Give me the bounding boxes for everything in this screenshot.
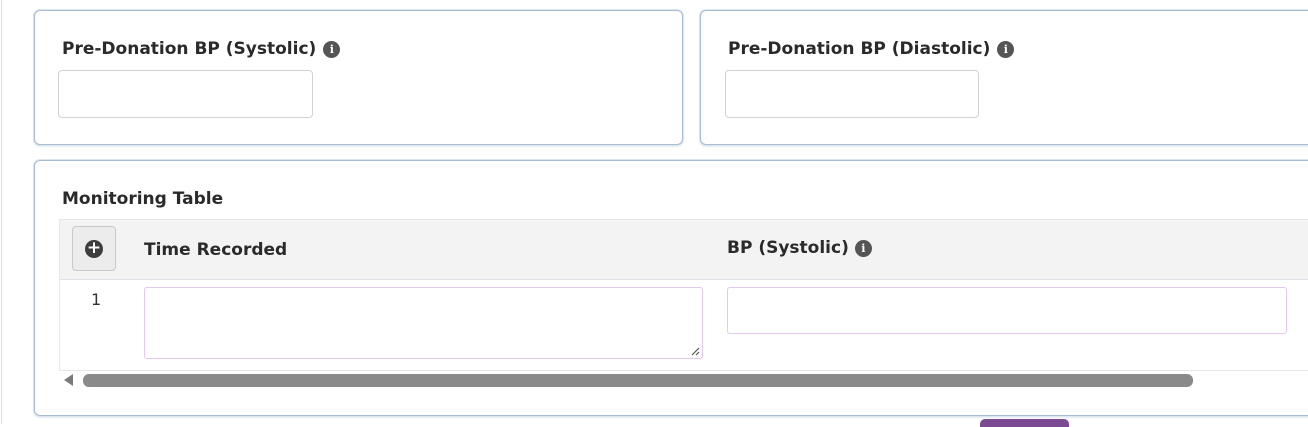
horizontal-scrollbar-thumb[interactable] [83, 374, 1193, 387]
add-row-button[interactable]: + [72, 226, 116, 271]
systolic-input[interactable] [58, 70, 313, 118]
row-number: 1 [91, 290, 102, 309]
column-header-time-recorded: Time Recorded [144, 240, 287, 260]
column-label: Time Recorded [144, 240, 288, 260]
systolic-field-label: Pre-Donation BP (Systolic) i [62, 39, 341, 59]
info-circle-icon[interactable]: i [323, 40, 341, 58]
systolic-field-card: Pre-Donation BP (Systolic) i [34, 10, 683, 145]
bp-systolic-input[interactable] [727, 287, 1287, 334]
info-circle-icon[interactable]: i [854, 239, 872, 257]
monitoring-grid: + Time Recorded BP (Systolic) i 1 [59, 219, 1308, 371]
scroll-left-arrow-icon[interactable] [64, 374, 73, 386]
diastolic-input[interactable] [725, 70, 979, 118]
plus-circle-icon: + [85, 238, 103, 258]
column-label: BP (Systolic) [727, 238, 849, 258]
monitoring-table-title: Monitoring Table [62, 189, 224, 209]
diastolic-field-label: Pre-Donation BP (Diastolic) i [728, 39, 1015, 59]
time-recorded-textarea[interactable] [144, 287, 703, 359]
column-header-bp-systolic: BP (Systolic) i [727, 238, 872, 258]
resize-grip-icon[interactable] [690, 346, 700, 356]
page-left-border [1, 0, 2, 424]
monitoring-table-card: Monitoring Table + Time Recorded BP (Sys… [34, 160, 1308, 416]
grid-header-row: + Time Recorded BP (Systolic) i [60, 220, 1308, 280]
systolic-label-text: Pre-Donation BP (Systolic) [62, 39, 317, 59]
info-circle-icon[interactable]: i [997, 40, 1015, 58]
diastolic-field-card: Pre-Donation BP (Diastolic) i [700, 10, 1308, 145]
diastolic-label-text: Pre-Donation BP (Diastolic) [728, 39, 991, 59]
bottom-purple-button[interactable] [980, 419, 1069, 427]
